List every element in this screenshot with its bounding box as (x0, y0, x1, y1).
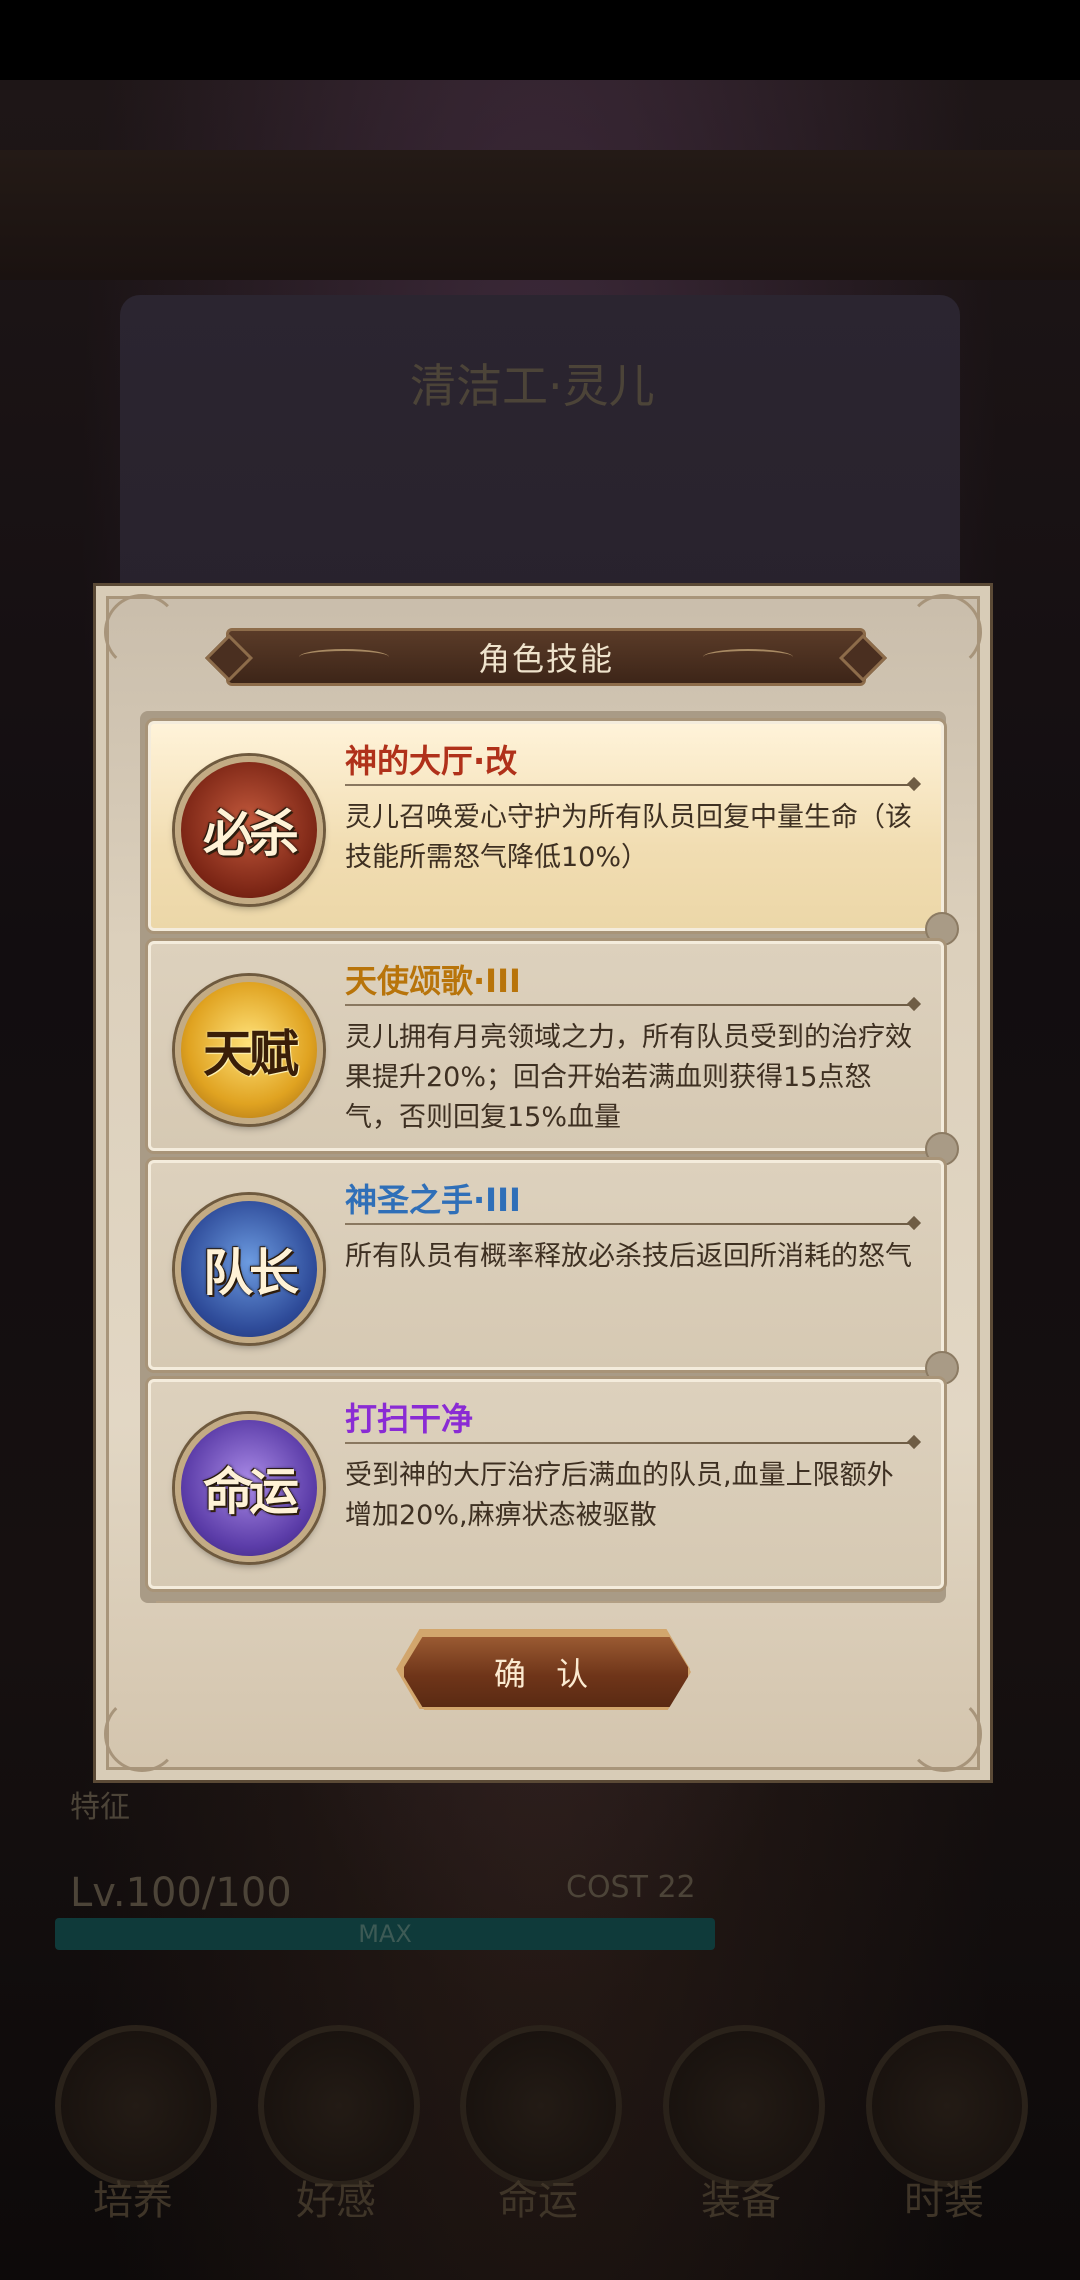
skill-description: 受到神的大厅治疗后满血的队员,血量上限额外增加20%,麻痹状态被驱散 (345, 1460, 894, 1531)
skill-divider (345, 784, 915, 786)
skill-card-leader[interactable]: 队长 神圣之手·III 所有队员有概率释放必杀技后返回所消耗的怒气 (148, 1160, 959, 1385)
character-title: 清洁工·灵儿 (410, 359, 655, 413)
skill-card-destiny[interactable]: 命运 打扫干净 受到神的大厅治疗后满血的队员,血量上限额外增加20%,麻痹状态被… (148, 1379, 944, 1589)
skill-description: 灵儿召唤爱心守护为所有队员回复中量生命（该技能所需怒气降低10%） (345, 802, 912, 873)
skill-type-label: 必杀 (203, 804, 299, 863)
nav-affection-icon (258, 2025, 420, 2187)
xp-bar: MAX (55, 1918, 715, 1950)
destiny-skill-icon: 命运 (175, 1414, 323, 1562)
ultimate-skill-icon: 必杀 (175, 756, 323, 904)
bottom-divider (156, 1601, 930, 1603)
banner-ornament (703, 649, 793, 665)
nav-label-destiny: 命运 (498, 2178, 578, 2224)
banner-ornament (299, 649, 389, 665)
corner-ornament (104, 594, 180, 670)
skill-type-label: 天赋 (203, 1024, 299, 1083)
cost-text: COST 22 (566, 1870, 696, 1905)
nav-label-affection: 好感 (296, 2178, 376, 2224)
skill-card-talent[interactable]: 天赋 天使颂歌·III 灵儿拥有月亮领域之力，所有队员受到的治疗效果提升20%；… (148, 941, 959, 1166)
skill-divider (345, 1004, 915, 1006)
skill-dialog: 角色技能 必杀 神的大厅·改 灵儿召唤爱心守护为所有队员回复中量生命（该技能所需… (93, 583, 993, 1783)
corner-ornament (104, 1696, 180, 1772)
nav-label-train: 培养 (93, 2178, 173, 2224)
nav-train-icon (55, 2025, 217, 2187)
talent-skill-icon: 天赋 (175, 976, 323, 1124)
skill-card-ultimate[interactable]: 必杀 神的大厅·改 灵儿召唤爱心守护为所有队员回复中量生命（该技能所需怒气降低1… (148, 721, 959, 946)
dialog-title-banner: 角色技能 (204, 628, 888, 686)
skill-divider (345, 1223, 915, 1225)
top-status-bar (0, 150, 1080, 280)
skill-description: 所有队员有概率释放必杀技后返回所消耗的怒气 (345, 1241, 912, 1272)
banner-point (204, 633, 254, 683)
confirm-button[interactable]: 确 认 (401, 1634, 691, 1710)
corner-ornament (906, 1696, 982, 1772)
corner-ornament (906, 594, 982, 670)
level-text: Lv.100/100 (70, 1870, 292, 1916)
nav-label-equipment: 装备 (701, 2178, 781, 2224)
skill-type-label: 队长 (203, 1243, 299, 1302)
nav-equipment-icon (663, 2025, 825, 2187)
skill-type-label: 命运 (203, 1462, 299, 1521)
nav-destiny-icon (460, 2025, 622, 2187)
feature-label: 特征 (70, 1790, 130, 1825)
leader-skill-icon: 队长 (175, 1195, 323, 1343)
skill-description: 灵儿拥有月亮领域之力，所有队员受到的治疗效果提升20%；回合开始若满血则获得15… (345, 1022, 912, 1133)
confirm-label: 确 认 (493, 1655, 599, 1693)
nav-costume-icon (866, 2025, 1028, 2187)
skill-name: 天使颂歌·III (345, 962, 521, 1000)
banner-point (838, 633, 888, 683)
skill-list: 必杀 神的大厅·改 灵儿召唤爱心守护为所有队员回复中量生命（该技能所需怒气降低1… (140, 711, 959, 1603)
dialog-title: 角色技能 (477, 640, 614, 678)
skill-divider (345, 1442, 915, 1444)
skill-name: 神圣之手·III (345, 1181, 521, 1219)
xp-bar-text: MAX (358, 1920, 412, 1948)
nav-label-costume: 时装 (904, 2178, 984, 2224)
skill-name: 打扫干净 (345, 1400, 474, 1438)
skill-name: 神的大厅·改 (345, 742, 518, 780)
